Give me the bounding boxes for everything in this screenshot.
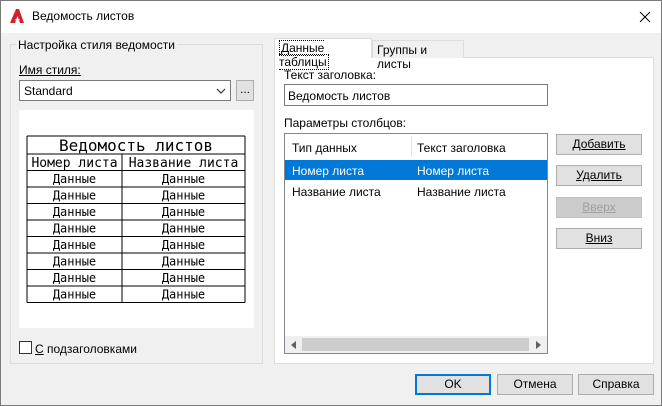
preview-title: Ведомость листов	[59, 136, 213, 155]
subheaders-label[interactable]: С подзаголовками	[35, 342, 137, 356]
table-preview: Ведомость листов Номер листа Название лист…	[19, 110, 254, 328]
subheaders-label-mnemonic: С	[35, 342, 44, 356]
list-item-type: Номер листа	[292, 164, 365, 178]
columns-label: Параметры столбцов:	[284, 116, 407, 130]
preview-data-cell: Данные	[162, 238, 205, 252]
subheaders-label-rest: подзаголовками	[43, 342, 137, 356]
preview-data-cell: Данные	[53, 205, 96, 219]
ok-button[interactable]: OK	[415, 374, 491, 395]
preview-data-cell: Данные	[53, 255, 96, 269]
preview-data-cell: Данные	[162, 288, 205, 302]
preview-header-cell: Номер листа	[31, 156, 117, 171]
preview-data-cell: Данные	[162, 205, 205, 219]
list-header: Тип данных Текст заголовка	[285, 134, 547, 159]
preview-data-cell: Данные	[53, 288, 96, 302]
scroll-right-icon[interactable]	[533, 340, 543, 350]
list-item[interactable]: Номер листа Номер листа	[285, 160, 547, 180]
list-item[interactable]: Название листа Название листа	[285, 181, 547, 201]
preview-data-cell: Данные	[53, 222, 96, 236]
add-button-label: Добавить	[572, 137, 626, 151]
style-name-label: Имя стиля:	[19, 63, 81, 77]
style-settings-label: Настройка стиля ведомости	[16, 38, 177, 52]
browse-style-button[interactable]: ...	[236, 80, 254, 101]
style-name-value: Standard	[24, 84, 73, 98]
column-divider[interactable]	[411, 136, 412, 157]
preview-data-cell: Данные	[162, 189, 205, 203]
header-text-value: Ведомость листов	[288, 89, 391, 103]
chevron-down-icon	[216, 88, 226, 94]
preview-data-cell: Данные	[53, 189, 96, 203]
close-icon[interactable]	[635, 7, 655, 27]
style-name-select[interactable]: Standard	[19, 80, 231, 101]
help-button[interactable]: Справка	[578, 374, 654, 395]
preview-data-cell: Данные	[53, 172, 96, 186]
move-down-button[interactable]: Вниз	[556, 228, 642, 249]
preview-data-cell: Данные	[162, 172, 205, 186]
add-button[interactable]: Добавить	[556, 134, 642, 155]
col-header-text[interactable]: Текст заголовка	[417, 141, 506, 155]
preview-data-cell: Данные	[162, 271, 205, 285]
window-title: Ведомость листов	[32, 9, 135, 23]
tab-table-data[interactable]: Данные таблицы	[274, 38, 372, 70]
subheaders-checkbox[interactable]	[19, 341, 32, 354]
list-item-header: Название листа	[417, 185, 506, 199]
tab-groups-sheets[interactable]: Группы и листы	[372, 40, 464, 71]
move-down-button-label: Вниз	[585, 231, 613, 245]
list-item-type: Название листа	[292, 185, 381, 199]
scroll-left-icon[interactable]	[289, 340, 299, 350]
horizontal-scrollbar[interactable]	[285, 336, 547, 353]
title-bar: Ведомость листов	[1, 1, 661, 33]
move-up-button[interactable]: Вверх	[556, 197, 642, 218]
autocad-logo-icon	[10, 9, 24, 23]
preview-data-cell: Данные	[162, 222, 205, 236]
cancel-button[interactable]: Отмена	[497, 374, 573, 395]
scrollbar-thumb[interactable]	[302, 338, 529, 351]
col-header-type[interactable]: Тип данных	[292, 141, 357, 155]
move-up-button-label: Вверх	[582, 200, 616, 214]
delete-button-label: Удалить	[576, 168, 622, 182]
delete-button[interactable]: Удалить	[556, 165, 642, 186]
preview-data-cell: Данные	[53, 271, 96, 285]
columns-list[interactable]: Тип данных Текст заголовка Номер листа Н…	[284, 133, 548, 354]
list-item-header: Номер листа	[417, 164, 490, 178]
preview-table-svg: Ведомость листовНомер листа Название лист…	[26, 135, 246, 303]
preview-data-cell: Данные	[162, 255, 205, 269]
preview-data-cell: Данные	[53, 238, 96, 252]
header-text-input[interactable]: Ведомость листов	[284, 84, 548, 106]
header-text-label: Текст заголовка:	[284, 68, 376, 82]
tab-table-data-label: Данные таблицы	[279, 40, 329, 70]
preview-header-cell: Название листа	[129, 156, 239, 171]
